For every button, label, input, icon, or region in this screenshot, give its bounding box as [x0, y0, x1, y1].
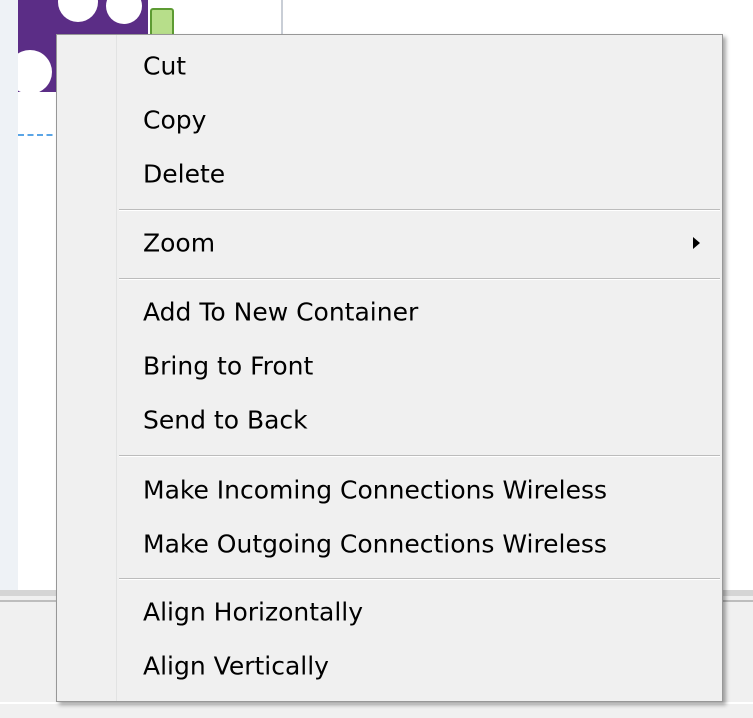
menu-item-label: Zoom — [143, 228, 216, 258]
menu-items: Cut Copy Delete Zoom Add To New Containe… — [57, 35, 722, 701]
menu-item-make-outgoing-wireless[interactable]: Make Outgoing Connections Wireless — [57, 517, 722, 571]
menu-item-label: Delete — [143, 159, 226, 189]
menu-item-cut[interactable]: Cut — [57, 39, 722, 93]
menu-item-delete[interactable]: Delete — [57, 147, 722, 201]
menu-separator — [119, 578, 720, 580]
menu-item-label: Bring to Front — [143, 351, 314, 381]
menu-item-label: Align Vertically — [143, 651, 329, 681]
canvas-left-gutter — [0, 0, 18, 590]
menu-separator — [119, 209, 720, 211]
menu-item-label: Send to Back — [143, 405, 308, 435]
context-menu: Cut Copy Delete Zoom Add To New Containe… — [56, 34, 723, 702]
menu-item-align-horizontally[interactable]: Align Horizontally — [57, 585, 722, 639]
menu-item-copy[interactable]: Copy — [57, 93, 722, 147]
menu-item-label: Copy — [143, 105, 207, 135]
menu-item-add-to-new-container[interactable]: Add To New Container — [57, 285, 722, 339]
menu-item-make-incoming-wireless[interactable]: Make Incoming Connections Wireless — [57, 463, 722, 517]
menu-item-label: Make Outgoing Connections Wireless — [143, 529, 607, 559]
menu-item-zoom[interactable]: Zoom — [57, 216, 722, 270]
menu-item-label: Align Horizontally — [143, 597, 364, 627]
chevron-right-icon — [693, 237, 700, 249]
menu-item-label: Cut — [143, 51, 187, 81]
menu-item-align-vertically[interactable]: Align Vertically — [57, 639, 722, 693]
menu-item-bring-to-front[interactable]: Bring to Front — [57, 339, 722, 393]
menu-item-label: Add To New Container — [143, 297, 419, 327]
menu-item-label: Make Incoming Connections Wireless — [143, 475, 608, 505]
menu-separator — [119, 455, 720, 457]
menu-separator — [119, 278, 720, 280]
menu-item-send-to-back[interactable]: Send to Back — [57, 393, 722, 447]
